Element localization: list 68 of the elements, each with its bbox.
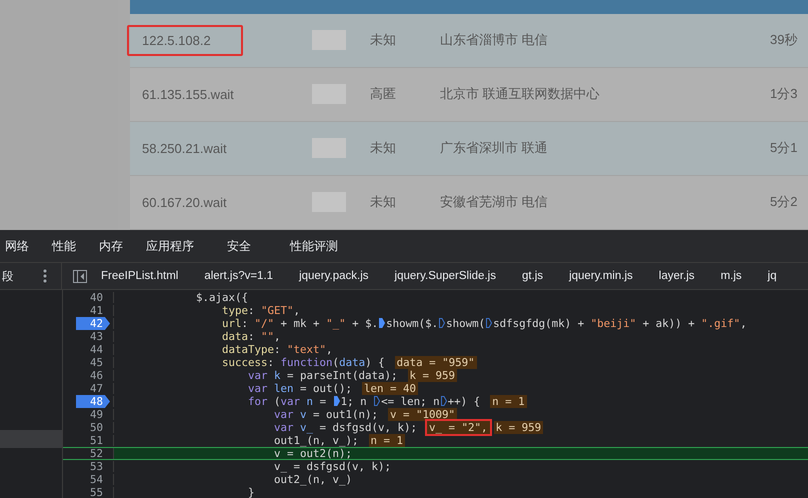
code-line: type: "GET", [221,304,300,317]
devtools-tab[interactable]: 应用程序 [146,238,194,254]
code-line: out1_(n, v_); n = 1 [273,434,406,447]
time-cell: 1分3 [770,85,798,104]
code-line: success: function(data) { data = "959" [221,356,477,369]
time-cell: 39秒 [770,31,798,50]
anonymity-cell-text: 高匿 [370,85,397,104]
code-line: data: "", [221,330,281,343]
code-line: var len = out(); len = 40 [247,382,418,395]
code-line: } [247,486,255,498]
code-line: v_ = dsfgsd(v, k); [273,460,392,473]
line-number: 53 [88,460,104,473]
file-tab[interactable]: gt.js [522,270,544,282]
file-tab[interactable]: jq [768,270,777,282]
file-tab[interactable]: alert.js?v=1.1 [204,270,274,282]
panel-title: 段 [2,270,14,284]
ip-address-cell-text: 61.135.155.wait [141,86,235,104]
line-number: 46 [88,369,104,382]
line-number: 50 [88,421,104,434]
file-tab[interactable]: layer.js [658,270,695,282]
code-line: url: "/" + mk + "_" + $. showm($. showm( sdfsgfdg(mk) + "beiji" + ak)) + ".gif", [221,317,747,330]
line-number: 44 [88,343,104,356]
code-line: var k = parseInt(data); k = 959 [247,369,458,382]
location-cell-text: 安徽省芜湖市 电信 [440,193,549,212]
location-cell-text: 广东省深圳市 联通 [440,139,549,158]
devtools-tab[interactable]: 安全 [227,238,251,254]
code-line: $.ajax({ [195,291,248,304]
sidebar-toggle-icon[interactable] [73,270,87,282]
line-number: 54 [88,473,104,486]
line-number: 43 [88,330,104,343]
breakpoint-line-number[interactable]: 42 [76,317,110,330]
devtools-tab[interactable]: 网络 [5,238,29,254]
devtools-tab[interactable]: 内存 [99,238,123,254]
line-number: 49 [88,408,104,421]
file-tab[interactable]: jquery.min.js [569,270,633,282]
line-number: 52 [88,447,104,460]
file-tab[interactable]: jquery.pack.js [299,270,369,282]
breakpoint-line-number[interactable]: 48 [76,395,110,408]
devtools-tab[interactable]: 性能 [52,238,76,254]
time-cell: 5分1 [770,139,798,158]
anonymity-cell-text: 未知 [370,193,397,212]
code-line: v = out2(n); [273,447,352,460]
location-cell-text: 山东省淄博市 电信 [440,31,549,50]
time-cell: 5分2 [770,193,798,212]
ip-address-cell: 122.5.108.2 [127,24,243,56]
line-number: 51 [88,434,104,447]
file-tab[interactable]: m.js [720,270,742,282]
line-number: 45 [88,356,104,369]
port-captcha-image [312,138,346,158]
ip-address-cell-text: 58.250.21.wait [141,140,228,158]
devtools-tab[interactable]: 性能评测 [290,238,338,254]
line-number: 55 [88,486,104,498]
code-line: out2_(n, v_) [273,473,352,486]
line-number: 47 [88,382,104,395]
ip-address-cell-text: 60.167.20.wait [141,194,228,212]
code-line: var v_ = dsfgsd(v, k); v_ = "2", k = 959 [273,421,544,434]
line-number: 40 [88,291,104,304]
file-tab[interactable]: jquery.SuperSlide.js [394,270,496,282]
file-tab[interactable]: FreeIPList.html [101,270,178,282]
port-captcha-image [312,30,346,50]
code-line: var v = out1(n); v = "1009" [273,408,458,421]
more-options-icon[interactable] [43,269,47,283]
line-number: 41 [88,304,104,317]
location-cell-text: 北京市 联通互联网数据中心 [440,85,601,104]
code-line: dataType: "text", [221,343,333,356]
code-line: for (var n = 1; n <= len; n ++) { n = 1 [247,395,527,408]
anonymity-cell-text: 未知 [370,31,397,50]
anonymity-cell-text: 未知 [370,139,397,158]
